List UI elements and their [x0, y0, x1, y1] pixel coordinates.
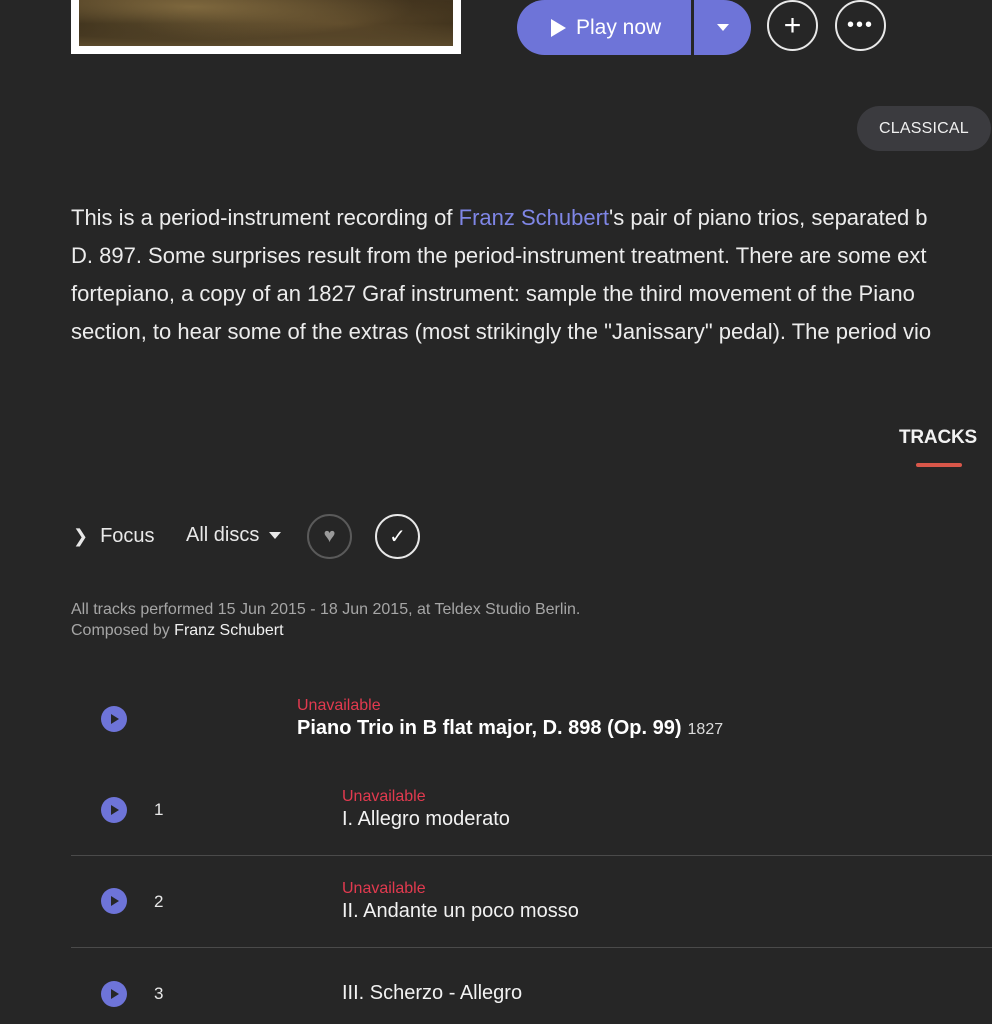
play-icon [111, 805, 119, 815]
album-cover-image [79, 0, 453, 46]
genre-label: CLASSICAL [879, 119, 969, 137]
play-icon [111, 989, 119, 999]
play-track-2-button[interactable] [101, 888, 127, 914]
focus-toggle[interactable]: ❯ Focus [73, 525, 155, 548]
plus-icon: + [783, 8, 802, 42]
caret-down-icon [716, 24, 729, 31]
play-icon [111, 714, 119, 724]
work-title[interactable]: Piano Trio in B flat major, D. 898 (Op. … [297, 717, 723, 740]
discs-dropdown[interactable]: All discs [186, 524, 282, 547]
checkmark-icon: ✓ [389, 526, 406, 548]
work-status: Unavailable [297, 697, 381, 714]
track-number: 1 [154, 800, 164, 819]
select-all-button[interactable]: ✓ [375, 514, 420, 559]
track-status: Unavailable [342, 880, 426, 897]
play-work-button[interactable] [101, 706, 127, 732]
track-divider [71, 947, 992, 948]
track-number: 2 [154, 892, 164, 911]
album-cover[interactable] [71, 0, 461, 54]
track-title[interactable]: III. Scherzo - Allegro [342, 982, 522, 1005]
play-icon [551, 18, 566, 37]
description-line-3: fortepiano, a copy of an 1827 Graf instr… [71, 281, 915, 306]
play-track-3-button[interactable] [101, 981, 127, 1007]
caret-down-icon [269, 532, 282, 539]
album-page: Play now + ••• CLASSICAL This is a perio… [0, 0, 992, 1024]
composer-line: Composed by Franz Schubert [71, 622, 284, 639]
play-icon [111, 896, 119, 906]
track-number: 3 [154, 984, 164, 1003]
play-now-label: Play now [576, 15, 662, 39]
work-year: 1827 [687, 721, 724, 738]
track-title[interactable]: I. Allegro moderato [342, 808, 510, 831]
tab-tracks[interactable]: TRACKS [899, 427, 977, 449]
track-divider [71, 855, 992, 856]
favorite-button[interactable]: ♥ [307, 514, 352, 559]
play-track-1-button[interactable] [101, 797, 127, 823]
focus-label: Focus [100, 525, 155, 547]
heart-icon: ♥ [323, 525, 336, 547]
more-options-button[interactable]: ••• [835, 0, 886, 51]
composer-name-link[interactable]: Franz Schubert [174, 622, 283, 639]
ellipsis-icon: ••• [846, 14, 874, 36]
description-line-2: D. 897. Some surprises result from the p… [71, 243, 927, 268]
description-line-4: section, to hear some of the extras (mos… [71, 319, 932, 344]
play-options-dropdown[interactable] [694, 0, 752, 55]
track-status: Unavailable [342, 788, 426, 805]
performance-info: All tracks performed 15 Jun 2015 - 18 Ju… [71, 599, 580, 641]
track-title[interactable]: II. Andante un poco mosso [342, 900, 579, 923]
discs-label: All discs [186, 524, 260, 546]
add-button[interactable]: + [767, 0, 818, 51]
play-controls: Play now [517, 0, 752, 55]
chevron-right-icon: ❯ [73, 526, 89, 546]
play-now-button[interactable]: Play now [517, 0, 692, 55]
performance-details: All tracks performed 15 Jun 2015 - 18 Ju… [71, 601, 581, 618]
composer-link[interactable]: Franz Schubert [459, 205, 609, 230]
active-tab-indicator [916, 463, 962, 467]
genre-badge[interactable]: CLASSICAL [857, 106, 991, 151]
description-line-1: This is a period-instrument recording of… [71, 205, 928, 230]
album-description: This is a period-instrument recording of… [71, 199, 992, 351]
